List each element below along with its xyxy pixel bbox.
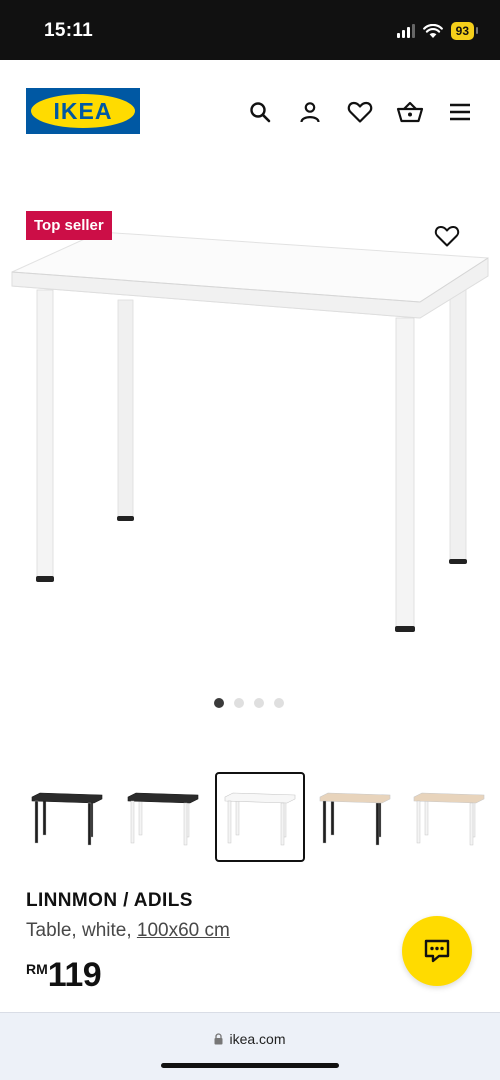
table-thumbnail-image [224, 792, 296, 846]
browser-address-bar[interactable]: ikea.com [0, 1012, 500, 1080]
chat-icon [424, 939, 450, 963]
status-icons: 93 [396, 22, 479, 40]
status-time: 15:11 [44, 20, 94, 41]
gallery-dot[interactable] [274, 698, 284, 708]
gallery-dot[interactable] [234, 698, 244, 708]
menu-icon[interactable] [446, 98, 474, 126]
variant-thumbnail[interactable] [310, 772, 400, 862]
basket-icon[interactable] [396, 98, 424, 126]
product-description-text: Table, white, [26, 920, 137, 941]
variant-thumbnail[interactable] [22, 772, 112, 862]
chat-button[interactable] [402, 916, 472, 986]
price-value: 119 [47, 956, 102, 994]
heart-icon[interactable] [346, 98, 374, 126]
product-description: Table, white, 100x60 cm [26, 920, 230, 942]
product-name[interactable]: LINNMON / ADILS [26, 890, 193, 912]
cellular-signal-icon [396, 24, 415, 38]
product-main-image[interactable] [0, 200, 500, 670]
top-seller-badge: Top seller [26, 211, 112, 240]
status-bar: 15:11 93 [0, 0, 500, 60]
account-icon[interactable] [296, 98, 324, 126]
home-indicator[interactable] [161, 1063, 339, 1068]
table-thumbnail-image [31, 792, 103, 846]
wifi-icon [422, 23, 443, 38]
variant-thumbnails [0, 772, 500, 868]
logo-oval: IKEA [31, 94, 135, 128]
gallery-dot[interactable] [254, 698, 264, 708]
variant-thumbnail[interactable] [118, 772, 208, 862]
product-price: RM 119 [26, 955, 102, 995]
url-display[interactable]: ikea.com [0, 1031, 500, 1047]
url-text: ikea.com [229, 1031, 286, 1047]
header-actions [246, 98, 474, 126]
table-thumbnail-image [413, 792, 485, 846]
variant-thumbnail[interactable] [215, 772, 305, 862]
lock-icon [214, 1033, 223, 1045]
site-header: IKEA [0, 60, 500, 170]
favourite-heart-icon[interactable] [432, 222, 462, 250]
table-thumbnail-image [127, 792, 199, 846]
battery-indicator: 93 [450, 22, 479, 40]
search-icon[interactable] [246, 98, 274, 126]
table-thumbnail-image [319, 792, 391, 846]
variant-thumbnail[interactable] [404, 772, 494, 862]
ikea-logo[interactable]: IKEA [26, 88, 140, 134]
logo-text: IKEA [53, 97, 113, 124]
gallery-dot[interactable] [214, 698, 224, 708]
dimensions-link[interactable]: 100x60 cm [137, 920, 230, 941]
gallery-pagination [214, 698, 284, 708]
price-currency: RM [26, 961, 48, 977]
